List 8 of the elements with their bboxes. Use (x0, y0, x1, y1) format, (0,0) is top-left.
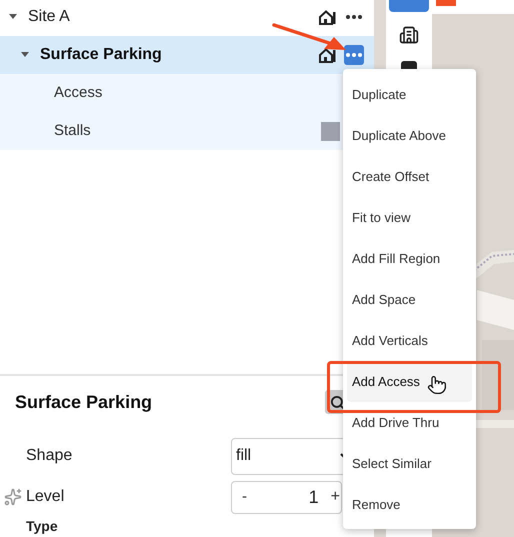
panel-title: Surface Parking (15, 390, 154, 414)
tree-label: Surface Parking (40, 45, 162, 65)
field-label: Shape (26, 446, 74, 466)
tree-label: Stalls (54, 120, 91, 141)
tree-label: Access (54, 82, 102, 103)
field-label: Level (26, 487, 66, 507)
section-label: Type (26, 518, 59, 535)
tree-label: Site A (28, 7, 70, 27)
